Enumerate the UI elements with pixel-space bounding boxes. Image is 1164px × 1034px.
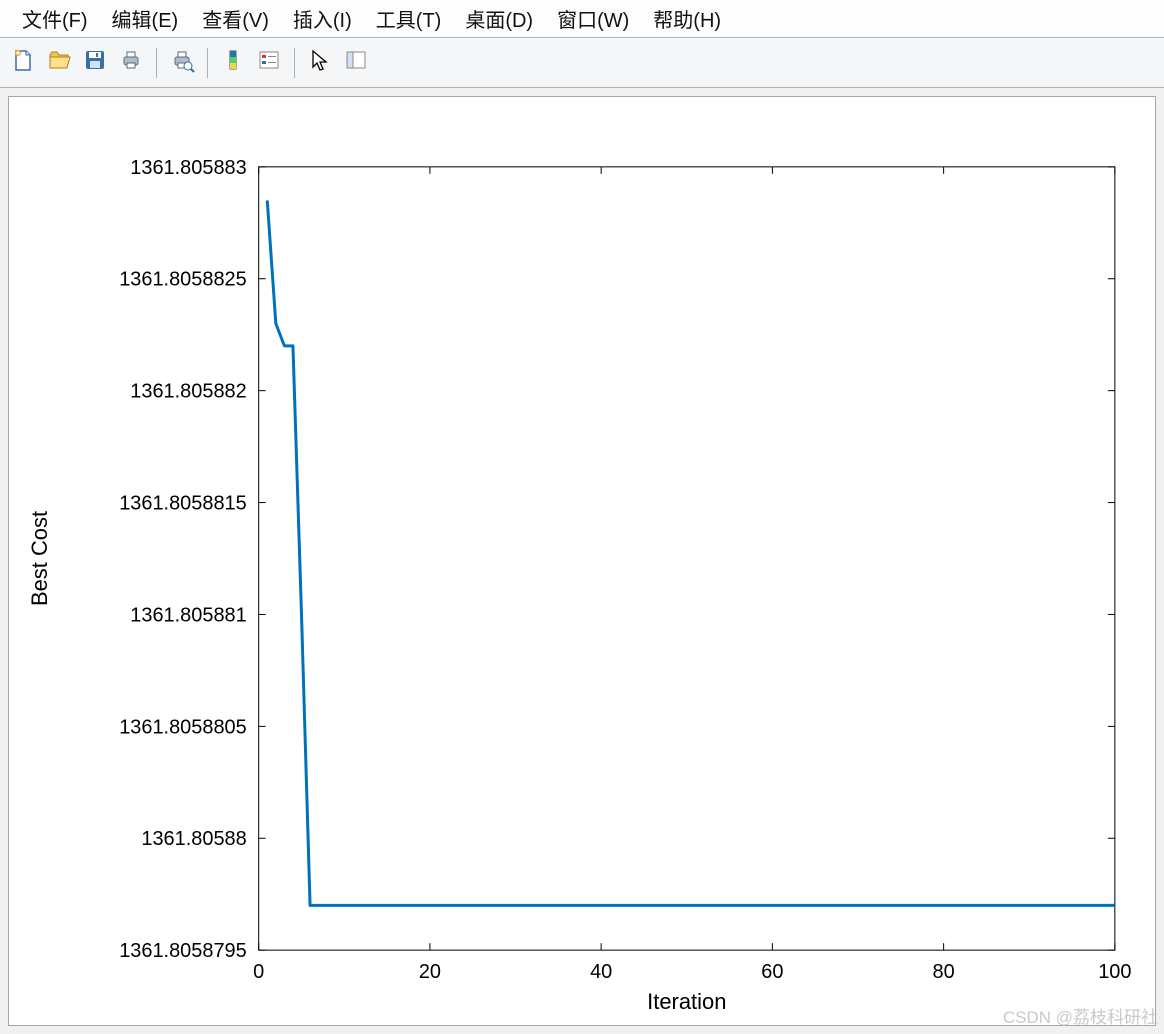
menu-bar: 文件(F) 编辑(E) 查看(V) 插入(I) 工具(T) 桌面(D) 窗口(W… <box>0 0 1164 38</box>
figure-panel: 0 20 40 60 80 100 1361.8058795 1361.80588 1361.8… <box>0 88 1164 1034</box>
tool-bar <box>0 38 1164 88</box>
new-file-button[interactable] <box>8 48 38 78</box>
print-preview-icon <box>170 48 194 77</box>
y-tick-label: 1361.8058795 <box>119 940 247 962</box>
inspector-button[interactable] <box>341 48 371 78</box>
toolbar-separator <box>156 48 157 78</box>
menu-desktop[interactable]: 桌面(D) <box>453 4 545 33</box>
toolbar-separator <box>207 48 208 78</box>
y-tick-label: 1361.80588 <box>141 828 246 850</box>
open-file-button[interactable] <box>44 48 74 78</box>
print-icon <box>119 48 143 77</box>
y-tick-label: 1361.8058825 <box>119 269 247 291</box>
pointer-icon <box>308 48 332 77</box>
menu-edit[interactable]: 编辑(E) <box>100 4 191 33</box>
colorbar-icon <box>221 48 245 77</box>
menu-insert[interactable]: 插入(I) <box>281 4 364 33</box>
colorbar-button[interactable] <box>218 48 248 78</box>
open-folder-icon <box>47 48 71 77</box>
x-tick-label: 40 <box>590 961 612 983</box>
x-tick-label: 80 <box>933 961 955 983</box>
menu-view[interactable]: 查看(V) <box>190 4 281 33</box>
toolbar-separator <box>294 48 295 78</box>
menu-tools[interactable]: 工具(T) <box>364 4 454 33</box>
y-tick-label: 1361.8058805 <box>119 716 247 738</box>
axes[interactable]: 0 20 40 60 80 100 1361.8058795 1361.80588 1361.8… <box>9 97 1155 1025</box>
x-tick-label: 0 <box>253 961 264 983</box>
figure-frame: 0 20 40 60 80 100 1361.8058795 1361.80588 1361.8… <box>8 96 1156 1026</box>
print-preview-button[interactable] <box>167 48 197 78</box>
y-tick-label: 1361.805881 <box>130 604 246 626</box>
legend-button[interactable] <box>254 48 284 78</box>
x-tick-label: 20 <box>419 961 441 983</box>
x-axis-label: Iteration <box>647 989 726 1014</box>
y-tick-label: 1361.805883 <box>130 157 246 179</box>
pointer-button[interactable] <box>305 48 335 78</box>
menu-window[interactable]: 窗口(W) <box>545 4 641 33</box>
x-tick-label: 100 <box>1098 961 1131 983</box>
legend-icon <box>257 48 281 77</box>
y-axis-label: Best Cost <box>27 511 52 606</box>
print-button[interactable] <box>116 48 146 78</box>
inspector-icon <box>344 48 368 77</box>
new-file-icon <box>11 48 35 77</box>
save-icon <box>83 48 107 77</box>
x-tick-label: 60 <box>761 961 783 983</box>
menu-file[interactable]: 文件(F) <box>10 4 100 33</box>
menu-help[interactable]: 帮助(H) <box>641 4 733 33</box>
watermark: CSDN @荔枝科研社 <box>1003 1003 1158 1028</box>
save-button[interactable] <box>80 48 110 78</box>
y-tick-label: 1361.805882 <box>130 381 246 403</box>
y-tick-label: 1361.8058815 <box>119 493 247 515</box>
